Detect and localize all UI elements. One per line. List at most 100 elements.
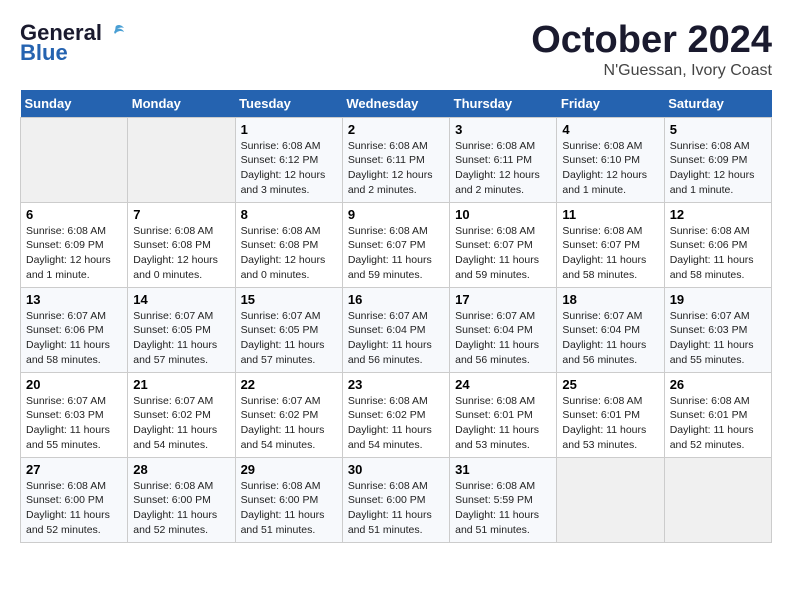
weekday-header-saturday: Saturday <box>664 90 771 118</box>
calendar-cell: 20 Sunrise: 6:07 AM Sunset: 6:03 PM Dayli… <box>21 372 128 457</box>
day-info: Sunrise: 6:08 AM Sunset: 6:00 PM Dayligh… <box>241 479 337 538</box>
day-info: Sunrise: 6:08 AM Sunset: 6:07 PM Dayligh… <box>348 224 444 283</box>
calendar-header: SundayMondayTuesdayWednesdayThursdayFrid… <box>21 90 772 118</box>
calendar-cell: 24 Sunrise: 6:08 AM Sunset: 6:01 PM Dayli… <box>450 372 557 457</box>
day-info: Sunrise: 6:08 AM Sunset: 6:12 PM Dayligh… <box>241 139 337 198</box>
weekday-header-sunday: Sunday <box>21 90 128 118</box>
day-info: Sunrise: 6:08 AM Sunset: 6:08 PM Dayligh… <box>133 224 229 283</box>
calendar-week-4: 20 Sunrise: 6:07 AM Sunset: 6:03 PM Dayli… <box>21 372 772 457</box>
day-number: 10 <box>455 207 551 222</box>
day-info: Sunrise: 6:08 AM Sunset: 6:11 PM Dayligh… <box>455 139 551 198</box>
calendar-cell: 8 Sunrise: 6:08 AM Sunset: 6:08 PM Daylig… <box>235 202 342 287</box>
day-info: Sunrise: 6:08 AM Sunset: 6:06 PM Dayligh… <box>670 224 766 283</box>
day-info: Sunrise: 6:08 AM Sunset: 6:08 PM Dayligh… <box>241 224 337 283</box>
calendar-cell: 5 Sunrise: 6:08 AM Sunset: 6:09 PM Daylig… <box>664 117 771 202</box>
day-info: Sunrise: 6:07 AM Sunset: 6:06 PM Dayligh… <box>26 309 122 368</box>
calendar-cell: 12Sunrise: 6:08 AM Sunset: 6:06 PM Dayli… <box>664 202 771 287</box>
day-number: 3 <box>455 122 551 137</box>
day-number: 23 <box>348 377 444 392</box>
day-info: Sunrise: 6:08 AM Sunset: 6:01 PM Dayligh… <box>455 394 551 453</box>
day-info: Sunrise: 6:07 AM Sunset: 6:04 PM Dayligh… <box>562 309 658 368</box>
title-section: October 2024 N'Guessan, Ivory Coast <box>531 20 772 80</box>
logo-bird-icon <box>104 22 126 44</box>
day-info: Sunrise: 6:07 AM Sunset: 6:03 PM Dayligh… <box>26 394 122 453</box>
day-number: 27 <box>26 462 122 477</box>
day-number: 16 <box>348 292 444 307</box>
day-info: Sunrise: 6:07 AM Sunset: 6:03 PM Dayligh… <box>670 309 766 368</box>
calendar-cell: 16 Sunrise: 6:07 AM Sunset: 6:04 PM Dayli… <box>342 287 449 372</box>
calendar-cell <box>664 457 771 542</box>
day-number: 19 <box>670 292 766 307</box>
logo: General Blue <box>20 20 126 66</box>
day-info: Sunrise: 6:07 AM Sunset: 6:05 PM Dayligh… <box>241 309 337 368</box>
calendar-cell: 14Sunrise: 6:07 AM Sunset: 6:05 PM Dayli… <box>128 287 235 372</box>
calendar-cell: 21Sunrise: 6:07 AM Sunset: 6:02 PM Dayli… <box>128 372 235 457</box>
calendar-cell: 3 Sunrise: 6:08 AM Sunset: 6:11 PM Daylig… <box>450 117 557 202</box>
day-info: Sunrise: 6:08 AM Sunset: 6:07 PM Dayligh… <box>455 224 551 283</box>
day-number: 13 <box>26 292 122 307</box>
day-number: 7 <box>133 207 229 222</box>
day-number: 8 <box>241 207 337 222</box>
day-number: 14 <box>133 292 229 307</box>
day-number: 26 <box>670 377 766 392</box>
day-number: 15 <box>241 292 337 307</box>
calendar-cell: 2Sunrise: 6:08 AM Sunset: 6:11 PM Daylig… <box>342 117 449 202</box>
day-number: 18 <box>562 292 658 307</box>
calendar-cell <box>557 457 664 542</box>
day-number: 31 <box>455 462 551 477</box>
calendar-cell: 31 Sunrise: 6:08 AM Sunset: 5:59 PM Dayli… <box>450 457 557 542</box>
calendar-cell: 22 Sunrise: 6:07 AM Sunset: 6:02 PM Dayli… <box>235 372 342 457</box>
day-number: 24 <box>455 377 551 392</box>
day-info: Sunrise: 6:08 AM Sunset: 5:59 PM Dayligh… <box>455 479 551 538</box>
calendar-cell: 9 Sunrise: 6:08 AM Sunset: 6:07 PM Daylig… <box>342 202 449 287</box>
calendar-week-3: 13 Sunrise: 6:07 AM Sunset: 6:06 PM Dayli… <box>21 287 772 372</box>
calendar-cell: 19 Sunrise: 6:07 AM Sunset: 6:03 PM Dayli… <box>664 287 771 372</box>
calendar-cell: 15 Sunrise: 6:07 AM Sunset: 6:05 PM Dayli… <box>235 287 342 372</box>
day-number: 22 <box>241 377 337 392</box>
day-info: Sunrise: 6:07 AM Sunset: 6:02 PM Dayligh… <box>241 394 337 453</box>
weekday-header-wednesday: Wednesday <box>342 90 449 118</box>
day-number: 28 <box>133 462 229 477</box>
day-number: 20 <box>26 377 122 392</box>
day-number: 1 <box>241 122 337 137</box>
day-info: Sunrise: 6:08 AM Sunset: 6:01 PM Dayligh… <box>562 394 658 453</box>
calendar-table: SundayMondayTuesdayWednesdayThursdayFrid… <box>20 90 772 543</box>
calendar-cell: 29 Sunrise: 6:08 AM Sunset: 6:00 PM Dayli… <box>235 457 342 542</box>
day-number: 6 <box>26 207 122 222</box>
calendar-week-5: 27 Sunrise: 6:08 AM Sunset: 6:00 PM Dayli… <box>21 457 772 542</box>
day-number: 9 <box>348 207 444 222</box>
calendar-cell: 4Sunrise: 6:08 AM Sunset: 6:10 PM Daylig… <box>557 117 664 202</box>
day-info: Sunrise: 6:08 AM Sunset: 6:09 PM Dayligh… <box>670 139 766 198</box>
weekday-header-monday: Monday <box>128 90 235 118</box>
day-info: Sunrise: 6:08 AM Sunset: 6:10 PM Dayligh… <box>562 139 658 198</box>
day-number: 17 <box>455 292 551 307</box>
location-subtitle: N'Guessan, Ivory Coast <box>531 62 772 80</box>
day-info: Sunrise: 6:08 AM Sunset: 6:09 PM Dayligh… <box>26 224 122 283</box>
calendar-cell: 28 Sunrise: 6:08 AM Sunset: 6:00 PM Dayli… <box>128 457 235 542</box>
calendar-cell <box>21 117 128 202</box>
calendar-cell: 7 Sunrise: 6:08 AM Sunset: 6:08 PM Daylig… <box>128 202 235 287</box>
calendar-cell: 25 Sunrise: 6:08 AM Sunset: 6:01 PM Dayli… <box>557 372 664 457</box>
calendar-cell: 13 Sunrise: 6:07 AM Sunset: 6:06 PM Dayli… <box>21 287 128 372</box>
calendar-cell: 23Sunrise: 6:08 AM Sunset: 6:02 PM Dayli… <box>342 372 449 457</box>
month-title: October 2024 <box>531 20 772 62</box>
day-number: 5 <box>670 122 766 137</box>
logo-blue: Blue <box>20 40 68 66</box>
day-info: Sunrise: 6:08 AM Sunset: 6:07 PM Dayligh… <box>562 224 658 283</box>
calendar-cell: 18 Sunrise: 6:07 AM Sunset: 6:04 PM Dayli… <box>557 287 664 372</box>
day-info: Sunrise: 6:08 AM Sunset: 6:00 PM Dayligh… <box>133 479 229 538</box>
calendar-cell: 30Sunrise: 6:08 AM Sunset: 6:00 PM Dayli… <box>342 457 449 542</box>
day-info: Sunrise: 6:08 AM Sunset: 6:01 PM Dayligh… <box>670 394 766 453</box>
calendar-week-1: 1 Sunrise: 6:08 AM Sunset: 6:12 PM Daylig… <box>21 117 772 202</box>
weekday-header-friday: Friday <box>557 90 664 118</box>
weekday-header-thursday: Thursday <box>450 90 557 118</box>
weekday-header-tuesday: Tuesday <box>235 90 342 118</box>
calendar-cell: 6 Sunrise: 6:08 AM Sunset: 6:09 PM Daylig… <box>21 202 128 287</box>
calendar-cell: 26 Sunrise: 6:08 AM Sunset: 6:01 PM Dayli… <box>664 372 771 457</box>
day-number: 2 <box>348 122 444 137</box>
calendar-cell: 1 Sunrise: 6:08 AM Sunset: 6:12 PM Daylig… <box>235 117 342 202</box>
day-number: 11 <box>562 207 658 222</box>
day-info: Sunrise: 6:07 AM Sunset: 6:04 PM Dayligh… <box>348 309 444 368</box>
day-number: 25 <box>562 377 658 392</box>
day-number: 29 <box>241 462 337 477</box>
